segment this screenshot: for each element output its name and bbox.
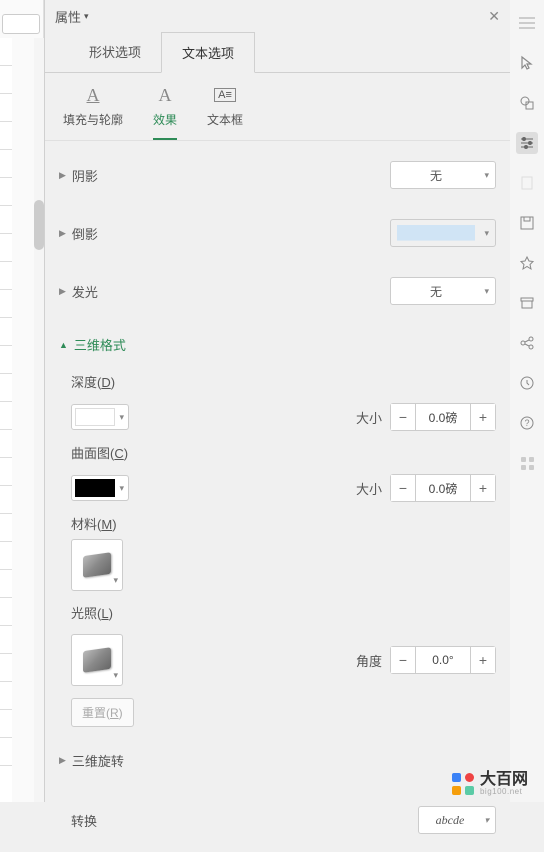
scrollbar-thumb[interactable] bbox=[34, 200, 44, 250]
depth-decrease-button[interactable]: − bbox=[390, 403, 416, 431]
angle-increase-button[interactable]: + bbox=[470, 646, 496, 674]
angle-label: 角度 bbox=[356, 651, 382, 670]
contour-size-label: 大小 bbox=[356, 479, 382, 498]
help-icon[interactable]: ? bbox=[516, 412, 538, 434]
section-title-text: 三维旋转 bbox=[72, 751, 124, 770]
star-icon[interactable] bbox=[516, 252, 538, 274]
transform-dropdown[interactable]: abcde bbox=[418, 806, 496, 834]
transform-label: 转换 bbox=[71, 811, 97, 830]
settings-icon[interactable] bbox=[516, 132, 538, 154]
section-title-text: 阴影 bbox=[72, 166, 98, 185]
watermark-sub: big100.net bbox=[480, 788, 528, 796]
subtab-textbox[interactable]: A≡ 文本框 bbox=[207, 85, 243, 140]
effects-icon: A bbox=[153, 85, 177, 105]
properties-panel: 属性 ▾ ✕ 形状选项 文本选项 A 填充与轮廓 A 效果 A≡ 文本框 ▶ 阴影… bbox=[44, 0, 510, 802]
lighting-cube-icon bbox=[83, 647, 111, 673]
shape-icon[interactable] bbox=[516, 92, 538, 114]
contour-label: 曲面图(C) bbox=[71, 443, 128, 462]
angle-decrease-button[interactable]: − bbox=[390, 646, 416, 674]
material-label: 材料(M) bbox=[71, 514, 117, 533]
contour-color-swatch[interactable] bbox=[71, 475, 129, 501]
depth-size-label: 大小 bbox=[356, 408, 382, 427]
section-glow[interactable]: ▶ 发光 无 bbox=[59, 265, 496, 317]
reflection-dropdown[interactable] bbox=[390, 219, 496, 247]
cursor-icon[interactable] bbox=[516, 52, 538, 74]
dropdown-caret-icon: ▾ bbox=[84, 11, 89, 22]
menu-icon[interactable] bbox=[516, 12, 538, 34]
contour-increase-button[interactable]: + bbox=[470, 474, 496, 502]
section-title-text: 倒影 bbox=[72, 224, 98, 243]
main-tabs: 形状选项 文本选项 bbox=[45, 32, 510, 73]
depth-size-input[interactable] bbox=[416, 403, 470, 431]
fill-outline-icon: A bbox=[81, 85, 105, 105]
triangle-right-icon: ▶ bbox=[59, 755, 66, 766]
triangle-down-icon: ▲ bbox=[59, 340, 68, 350]
watermark: 大百网 big100.net bbox=[452, 772, 528, 796]
triangle-right-icon: ▶ bbox=[59, 228, 66, 239]
close-icon[interactable]: ✕ bbox=[488, 8, 500, 25]
scrollbar-track[interactable] bbox=[34, 38, 44, 802]
subtab-label: 效果 bbox=[153, 111, 177, 128]
left-input-box[interactable] bbox=[2, 14, 40, 34]
subtab-label: 文本框 bbox=[207, 111, 243, 128]
tab-text-options[interactable]: 文本选项 bbox=[161, 32, 255, 73]
subtab-label: 填充与轮廓 bbox=[63, 111, 123, 128]
note-icon[interactable] bbox=[516, 172, 538, 194]
history-icon[interactable] bbox=[516, 372, 538, 394]
right-sidebar: ? bbox=[510, 0, 544, 802]
contour-decrease-button[interactable]: − bbox=[390, 474, 416, 502]
depth-label: 深度(D) bbox=[71, 372, 115, 391]
panel-title[interactable]: 属性 ▾ bbox=[55, 7, 89, 26]
section-3d-format[interactable]: ▲ 三维格式 bbox=[59, 323, 496, 366]
grid-icon[interactable] bbox=[516, 452, 538, 474]
section-shadow[interactable]: ▶ 阴影 无 bbox=[59, 149, 496, 201]
depth-increase-button[interactable]: + bbox=[470, 403, 496, 431]
angle-input[interactable] bbox=[416, 646, 470, 674]
reset-button[interactable]: 重置(R) bbox=[71, 698, 134, 727]
tab-shape-options[interactable]: 形状选项 bbox=[69, 32, 161, 72]
textbox-icon: A≡ bbox=[213, 85, 237, 105]
section-title-text: 发光 bbox=[72, 282, 98, 301]
lighting-label: 光照(L) bbox=[71, 603, 113, 622]
sub-tabs: A 填充与轮廓 A 效果 A≡ 文本框 bbox=[45, 73, 510, 141]
lighting-picker[interactable] bbox=[71, 634, 123, 686]
shadow-dropdown[interactable]: 无 bbox=[390, 161, 496, 189]
archive-icon[interactable] bbox=[516, 292, 538, 314]
share-icon[interactable] bbox=[516, 332, 538, 354]
panel-title-text: 属性 bbox=[55, 7, 81, 26]
depth-color-swatch[interactable] bbox=[71, 404, 129, 430]
glow-dropdown[interactable]: 无 bbox=[390, 277, 496, 305]
ruler bbox=[0, 38, 12, 802]
section-reflection[interactable]: ▶ 倒影 bbox=[59, 207, 496, 259]
save-icon[interactable] bbox=[516, 212, 538, 234]
triangle-right-icon: ▶ bbox=[59, 286, 66, 297]
watermark-logo-icon bbox=[452, 773, 474, 795]
triangle-right-icon: ▶ bbox=[59, 170, 66, 181]
material-cube-icon bbox=[83, 552, 111, 578]
watermark-text: 大百网 bbox=[480, 772, 528, 788]
subtab-fill-outline[interactable]: A 填充与轮廓 bbox=[63, 85, 123, 140]
section-title-text: 三维格式 bbox=[74, 335, 126, 354]
contour-size-input[interactable] bbox=[416, 474, 470, 502]
section-3d-rotation[interactable]: ▶ 三维旋转 bbox=[59, 739, 496, 782]
svg-text:?: ? bbox=[524, 418, 529, 428]
subtab-effects[interactable]: A 效果 bbox=[153, 85, 177, 140]
material-picker[interactable] bbox=[71, 539, 123, 591]
